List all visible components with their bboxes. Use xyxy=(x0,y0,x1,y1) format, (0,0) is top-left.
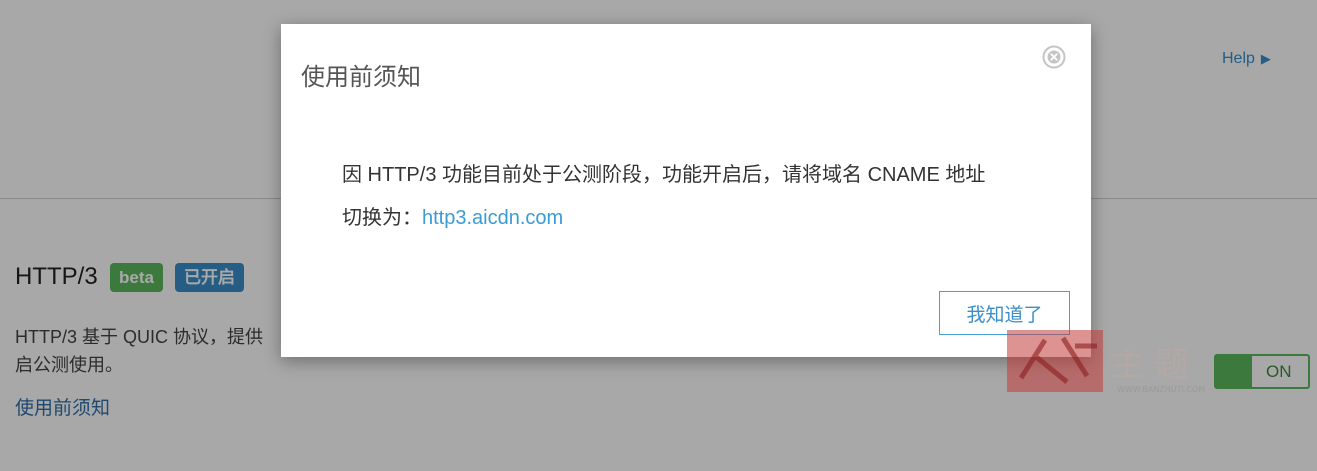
dialog-text-line1: 因 HTTP/3 功能目前处于公测阶段，功能开启后，请将域名 CNAME 地址 xyxy=(342,164,986,186)
close-icon[interactable] xyxy=(1042,45,1066,69)
watermark-text: 主 题 xyxy=(1110,345,1189,385)
dialog-text-line2: 切换为：http3.aicdn.com xyxy=(342,197,1042,240)
dialog-text-prefix: 切换为： xyxy=(342,207,422,229)
watermark-logo: 主 题 WWW.BANZHUTI.COM xyxy=(1005,326,1215,398)
cname-url: http3.aicdn.com xyxy=(422,207,564,229)
dialog-body: 因 HTTP/3 功能目前处于公测阶段，功能开启后，请将域名 CNAME 地址 … xyxy=(342,154,1042,240)
dialog-title: 使用前须知 xyxy=(301,64,421,91)
notice-dialog: 使用前须知 因 HTTP/3 功能目前处于公测阶段，功能开启后，请将域名 CNA… xyxy=(281,24,1091,357)
watermark-url: WWW.BANZHUTI.COM xyxy=(1117,385,1205,394)
